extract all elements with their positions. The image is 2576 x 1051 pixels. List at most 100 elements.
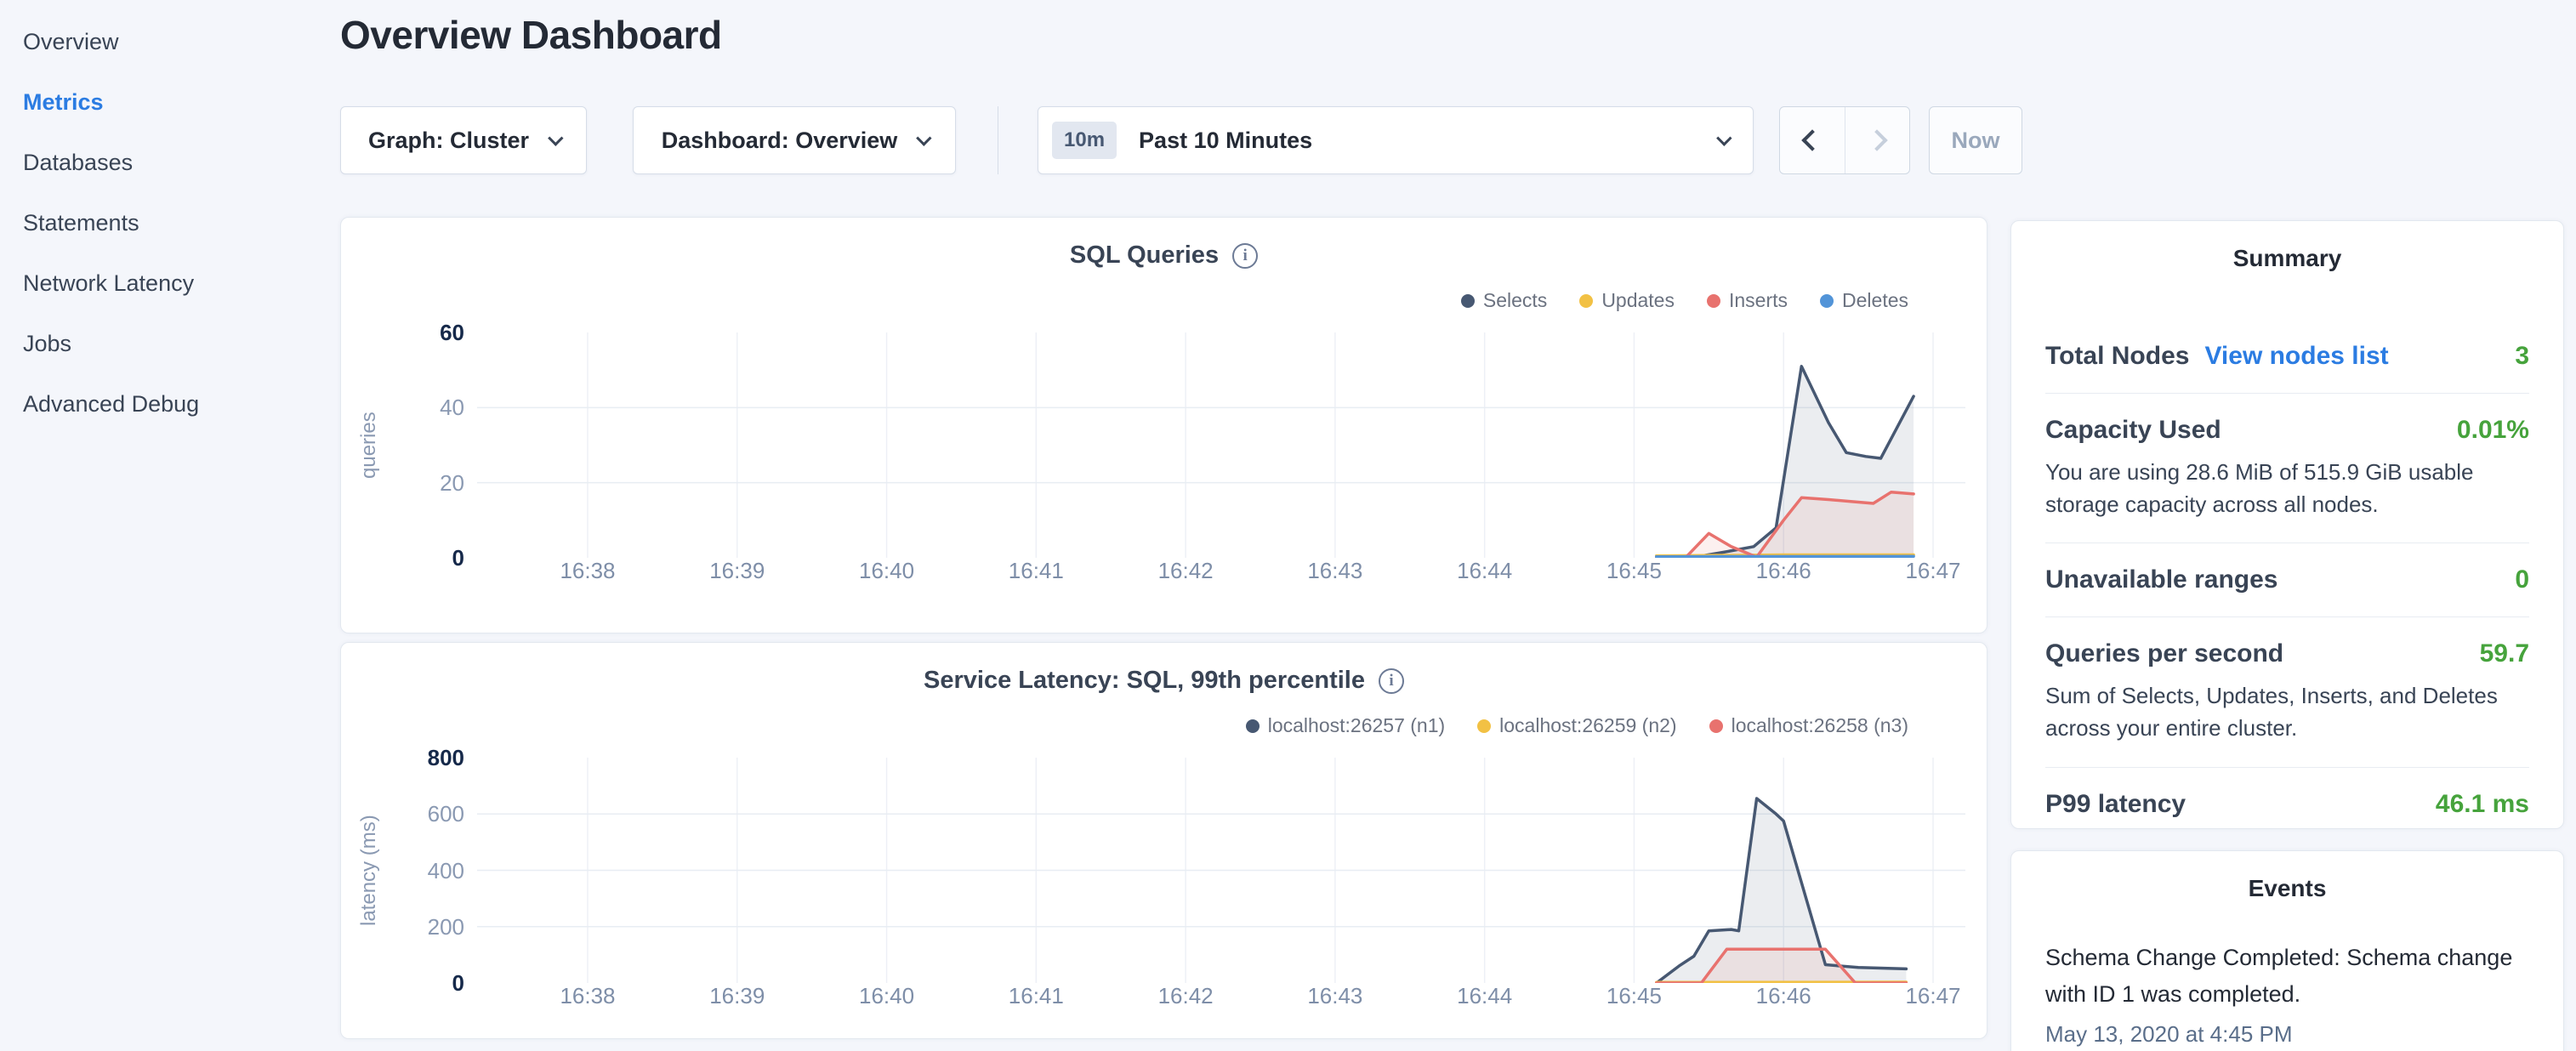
graph-scope-dropdown[interactable]: Graph: Cluster <box>340 106 587 174</box>
legend-item: Inserts <box>1707 289 1788 312</box>
legend-item: localhost:26258 (n3) <box>1709 714 1908 737</box>
stat-subtext: You are using 28.6 MiB of 515.9 GiB usab… <box>2045 457 2522 520</box>
x-tick-label: 16:44 <box>1438 983 1532 1009</box>
graph-scope-label: Graph: Cluster <box>368 128 529 154</box>
x-tick-label: 16:47 <box>1886 983 1980 1009</box>
legend-dot-icon <box>1707 294 1720 308</box>
stat-value: 3 <box>2515 342 2529 371</box>
sidebar-item-statements[interactable]: Statements <box>0 193 340 253</box>
time-range-label: Past 10 Minutes <box>1139 128 1716 154</box>
chart-canvas <box>477 758 1965 983</box>
y-tick-label: 20 <box>384 470 464 497</box>
y-axis-label: queries <box>355 332 384 558</box>
x-tick-label: 16:40 <box>840 558 934 584</box>
chart-legend: Selects Updates Inserts Deletes <box>1461 289 1908 312</box>
now-button[interactable]: Now <box>1929 106 2022 174</box>
y-tick-label: 0 <box>384 970 464 997</box>
events-heading: Events <box>2045 875 2529 902</box>
time-step-forward-button[interactable] <box>1845 107 1910 173</box>
stat-label: Unavailable ranges <box>2045 565 2277 594</box>
summary-panel: Summary Total Nodes View nodes list 3 Ca… <box>2010 220 2564 829</box>
stat-label: Total Nodes <box>2045 342 2189 371</box>
x-tick-label: 16:44 <box>1438 558 1532 584</box>
x-tick-label: 16:46 <box>1737 558 1830 584</box>
x-tick-label: 16:39 <box>691 983 784 1009</box>
controls-bar: Graph: Cluster Dashboard: Overview 10m P… <box>340 106 2126 174</box>
y-tick-label: 600 <box>384 801 464 827</box>
event-timestamp: May 13, 2020 at 4:45 PM <box>2045 1021 2529 1048</box>
event-text: Schema Change Completed: Schema change w… <box>2045 940 2529 1013</box>
view-nodes-list-link[interactable]: View nodes list <box>2204 342 2388 371</box>
stat-capacity-used: Capacity Used 0.01% You are using 28.6 M… <box>2045 394 2529 543</box>
stat-value: 0 <box>2515 565 2529 594</box>
legend-dot-icon <box>1477 719 1491 733</box>
overview-dashboard-page: Overview Metrics Databases Statements Ne… <box>0 0 2576 1051</box>
event-list-item[interactable]: Schema Change Completed: Schema change w… <box>2045 940 2529 1048</box>
chevron-down-icon <box>548 130 563 145</box>
x-tick-label: 16:42 <box>1139 558 1232 584</box>
chart-title: SQL Queries <box>1070 241 1219 270</box>
legend-item: Updates <box>1579 289 1675 312</box>
chevron-down-icon <box>916 130 931 145</box>
stat-value: 59.7 <box>2480 639 2529 668</box>
sidebar-item-jobs[interactable]: Jobs <box>0 314 340 374</box>
stat-value: 46.1 ms <box>2436 790 2529 819</box>
x-tick-label: 16:47 <box>1886 558 1980 584</box>
dashboard-dropdown[interactable]: Dashboard: Overview <box>633 106 956 174</box>
stat-p99-latency: P99 latency 46.1 ms <box>2045 768 2529 841</box>
sidebar-item-metrics[interactable]: Metrics <box>0 72 340 133</box>
sql-queries-chart-panel: SQL Queries i Selects Updates Inserts Delet… <box>340 217 1987 633</box>
sidebar-item-databases[interactable]: Databases <box>0 133 340 193</box>
chart-canvas <box>477 332 1965 558</box>
x-tick-label: 16:40 <box>840 983 934 1009</box>
stat-queries-per-second: Queries per second 59.7 Sum of Selects, … <box>2045 617 2529 767</box>
time-step-buttons <box>1779 106 1910 174</box>
y-tick-label: 40 <box>384 395 464 421</box>
sidebar-item-advanced-debug[interactable]: Advanced Debug <box>0 374 340 435</box>
legend-dot-icon <box>1579 294 1593 308</box>
chevron-down-icon <box>1716 130 1732 145</box>
legend-item: localhost:26257 (n1) <box>1246 714 1445 737</box>
events-panel: Events Schema Change Completed: Schema c… <box>2010 850 2564 1051</box>
y-tick-label: 0 <box>384 545 464 571</box>
legend-dot-icon <box>1246 719 1260 733</box>
chart-plot[interactable] <box>477 332 1965 558</box>
x-tick-label: 16:45 <box>1587 983 1680 1009</box>
sidebar-item-overview[interactable]: Overview <box>0 12 340 72</box>
sidebar-nav: Overview Metrics Databases Statements Ne… <box>0 0 340 1051</box>
legend-item: Deletes <box>1820 289 1908 312</box>
time-step-back-button[interactable] <box>1780 107 1845 173</box>
legend-dot-icon <box>1461 294 1475 308</box>
info-icon[interactable]: i <box>1379 668 1404 694</box>
sidebar-item-network-latency[interactable]: Network Latency <box>0 253 340 314</box>
summary-heading: Summary <box>2045 245 2529 272</box>
stat-value: 0.01% <box>2457 416 2529 445</box>
legend-item: Selects <box>1461 289 1547 312</box>
y-tick-label: 200 <box>384 914 464 940</box>
chevron-right-icon <box>1867 129 1888 151</box>
stat-subtext: Sum of Selects, Updates, Inserts, and De… <box>2045 680 2522 744</box>
info-icon[interactable]: i <box>1232 243 1258 269</box>
dashboard-label: Dashboard: Overview <box>662 128 898 154</box>
stat-unavailable-ranges: Unavailable ranges 0 <box>2045 543 2529 617</box>
time-range-badge: 10m <box>1052 122 1117 159</box>
y-tick-label: 400 <box>384 858 464 884</box>
chart-plot[interactable] <box>477 758 1965 983</box>
service-latency-chart-panel: Service Latency: SQL, 99th percentile i … <box>340 642 1987 1039</box>
legend-item: localhost:26259 (n2) <box>1477 714 1676 737</box>
x-tick-label: 16:41 <box>989 983 1083 1009</box>
stat-label: P99 latency <box>2045 790 2186 819</box>
x-tick-label: 16:43 <box>1288 558 1382 584</box>
x-tick-label: 16:42 <box>1139 983 1232 1009</box>
chart-title: Service Latency: SQL, 99th percentile <box>924 667 1365 695</box>
x-tick-label: 16:46 <box>1737 983 1830 1009</box>
x-tick-label: 16:38 <box>541 983 634 1009</box>
legend-dot-icon <box>1820 294 1834 308</box>
x-tick-label: 16:45 <box>1587 558 1680 584</box>
time-range-dropdown[interactable]: 10m Past 10 Minutes <box>1038 106 1754 174</box>
legend-dot-icon <box>1709 719 1723 733</box>
page-title: Overview Dashboard <box>340 12 722 58</box>
x-tick-label: 16:38 <box>541 558 634 584</box>
x-tick-label: 16:43 <box>1288 983 1382 1009</box>
x-tick-label: 16:39 <box>691 558 784 584</box>
